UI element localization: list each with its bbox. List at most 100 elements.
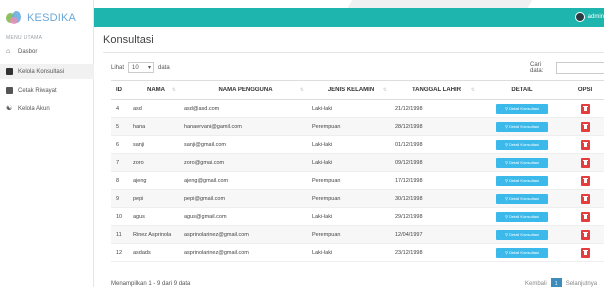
- detail-button-label: Detail Konsultasi: [509, 250, 539, 255]
- table-row: 12 asdads asprinolarinez@gmail.com Laki-lak…: [111, 244, 604, 262]
- cell-jenis-kelamin: Perempuan: [312, 177, 341, 184]
- detail-konsultasi-button[interactable]: ⚲ Detail Konsultasi: [496, 175, 548, 186]
- search-label: Cari data:: [530, 62, 544, 74]
- cell-id: 5: [116, 123, 120, 130]
- cell-tanggal-lahir: 28/12/1998: [395, 123, 423, 130]
- detail-konsultasi-button[interactable]: ⚲ Detail Konsultasi: [496, 247, 548, 258]
- brand[interactable]: KESDIKA: [0, 8, 94, 28]
- delete-button[interactable]: [580, 247, 590, 258]
- detail-konsultasi-button[interactable]: ⚲ Detail Konsultasi: [496, 157, 548, 168]
- cell-detail: ⚲ Detail Konsultasi: [478, 211, 566, 222]
- detail-konsultasi-button[interactable]: ⚲ Detail Konsultasi: [496, 139, 548, 150]
- column-header-nama[interactable]: NAMA ⇅: [128, 87, 179, 93]
- cell-tanggal-lahir: 30/12/1998: [395, 195, 423, 202]
- avatar: [574, 12, 585, 22]
- detail-konsultasi-button[interactable]: ⚲ Detail Konsultasi: [496, 121, 548, 132]
- cell-detail: ⚲ Detail Konsultasi: [478, 157, 566, 168]
- cell-nama: ajeng: [133, 177, 147, 184]
- delete-button[interactable]: [580, 103, 590, 114]
- cell-nama: asd: [133, 105, 142, 112]
- cell-detail: ⚲ Detail Konsultasi: [478, 139, 566, 150]
- detail-konsultasi-button[interactable]: ⚲ Detail Konsultasi: [496, 229, 548, 240]
- search-icon: ⚲: [505, 106, 509, 111]
- cell-nama-pengguna: hanaervani@gamil.com: [184, 123, 242, 130]
- page-button[interactable]: 1: [550, 278, 562, 287]
- cell-nama: hana: [133, 123, 146, 130]
- cell-opsi: [566, 211, 604, 222]
- detail-konsultasi-button[interactable]: ⚲ Detail Konsultasi: [496, 211, 548, 222]
- search-input[interactable]: [555, 62, 604, 74]
- delete-button[interactable]: [580, 229, 590, 240]
- cell-opsi: [566, 193, 604, 204]
- cell-id: 4: [116, 105, 120, 112]
- user-menu[interactable]: admin: [574, 12, 604, 22]
- search-icon: ⚲: [505, 196, 509, 201]
- page-title: Konsultasi: [103, 34, 154, 46]
- cell-nama: zoro: [133, 159, 144, 166]
- cell-opsi: [566, 103, 604, 114]
- cell-nama: pepi: [133, 195, 144, 202]
- cell-jenis-kelamin: Perempuan: [312, 123, 341, 130]
- column-header-jenis-kelamin[interactable]: JENIS KELAMIN ⇅: [307, 87, 390, 93]
- sidebar-item-kelola-konsultasi[interactable]: Kelola Konsultasi: [0, 64, 94, 79]
- detail-button-label: Detail Konsultasi: [509, 124, 539, 129]
- cell-id: 9: [116, 195, 120, 202]
- cell-tanggal-lahir: 23/12/1998: [395, 249, 423, 256]
- search-control: Cari data:: [530, 62, 604, 74]
- cell-detail: ⚲ Detail Konsultasi: [478, 193, 566, 204]
- page-length-select[interactable]: 10 ▾: [128, 62, 155, 73]
- cell-tanggal-lahir: 01/12/1998: [395, 141, 423, 148]
- table-row: 7 zoro zoro@gmai.com Laki-laki 09/12/1998 ⚲ D…: [111, 154, 604, 172]
- cell-id: 12: [116, 249, 123, 256]
- table-row: 11 Rinez Asprinola asprinolarinez@gmail.co…: [111, 226, 604, 244]
- detail-konsultasi-button[interactable]: ⚲ Detail Konsultasi: [496, 103, 548, 114]
- cell-detail: ⚲ Detail Konsultasi: [478, 247, 566, 258]
- detail-button-label: Detail Konsultasi: [509, 232, 539, 237]
- column-header-opsi[interactable]: OPSI: [566, 87, 604, 93]
- column-header-detail[interactable]: DETAIL: [478, 87, 566, 93]
- detail-konsultasi-button[interactable]: ⚲ Detail Konsultasi: [496, 193, 548, 204]
- cell-nama: asdads: [133, 249, 151, 256]
- delete-button[interactable]: [580, 193, 590, 204]
- cell-jenis-kelamin: Laki-laki: [312, 141, 333, 148]
- sidebar-item-kelola-akun[interactable]: ☯ Kelola Akun: [0, 101, 94, 116]
- page-length-control: Lihat 10 ▾ data: [111, 62, 170, 73]
- detail-button-label: Detail Konsultasi: [509, 214, 539, 219]
- cell-opsi: [566, 247, 604, 258]
- column-header-id[interactable]: ID: [111, 87, 128, 93]
- next-page-button[interactable]: Selanjutnya: [566, 281, 597, 287]
- brand-name: KESDIKA: [27, 12, 77, 24]
- cell-detail: ⚲ Detail Konsultasi: [478, 103, 566, 114]
- cell-opsi: [566, 139, 604, 150]
- user-name: admin: [587, 14, 604, 20]
- cell-jenis-kelamin: Laki-laki: [312, 249, 333, 256]
- delete-button[interactable]: [580, 175, 590, 186]
- cell-tanggal-lahir: 09/12/1998: [395, 159, 423, 166]
- cell-nama-pengguna: asprinolarinez@gmail.com: [184, 249, 249, 256]
- delete-button[interactable]: [580, 139, 590, 150]
- sidebar-item-label: Dasbor: [18, 48, 38, 55]
- sidebar-item-dasbor[interactable]: ⌂ Dasbor: [0, 44, 94, 59]
- sidebar-item-cetak-riwayat[interactable]: Cetak Riwayat: [0, 83, 94, 98]
- table-row: 6 sanji sanji@gmail.com Laki-laki 01/12/1998…: [111, 136, 604, 154]
- cell-nama: Rinez Asprinola: [133, 231, 172, 238]
- prev-page-button[interactable]: Kembali: [525, 281, 547, 287]
- print-icon: [6, 87, 13, 94]
- delete-button[interactable]: [580, 121, 590, 132]
- column-header-nama-pengguna[interactable]: NAMA PENGGUNA ⇅: [179, 87, 307, 93]
- sort-icon: ⇅: [470, 87, 475, 93]
- delete-button[interactable]: [580, 157, 590, 168]
- menu-title: MENU UTAMA: [6, 35, 43, 41]
- cell-detail: ⚲ Detail Konsultasi: [478, 175, 566, 186]
- column-header-tanggal-lahir[interactable]: TANGGAL LAHIR ⇅: [390, 87, 478, 93]
- cell-id: 7: [116, 159, 120, 166]
- delete-button[interactable]: [580, 211, 590, 222]
- cell-id: 11: [116, 231, 122, 238]
- document-icon: [6, 68, 13, 75]
- cell-detail: ⚲ Detail Konsultasi: [478, 229, 566, 240]
- table-row: 5 hana hanaervani@gamil.com Perempuan 28/12/…: [111, 118, 604, 136]
- sidebar: KESDIKA MENU UTAMA ⌂ Dasbor Kelola Konsu…: [0, 0, 94, 287]
- sort-icon: ⇅: [382, 87, 387, 93]
- search-icon: ⚲: [505, 142, 509, 147]
- table-body: 4 asd asd@asd.com Laki-laki 21/12/1998 ⚲ Deta…: [111, 100, 604, 262]
